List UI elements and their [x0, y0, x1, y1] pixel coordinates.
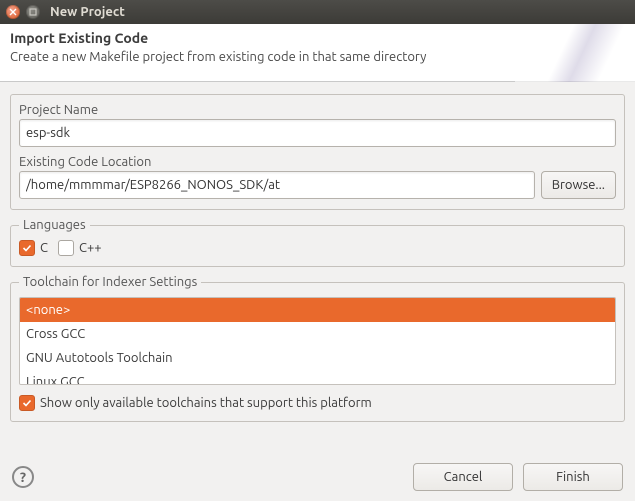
browse-button[interactable]: Browse...	[541, 171, 616, 199]
window-title: New Project	[50, 5, 125, 19]
code-location-label: Existing Code Location	[19, 155, 616, 169]
languages-group: Languages C C++	[10, 218, 625, 267]
languages-legend: Languages	[19, 218, 90, 232]
c-checkbox-label: C	[40, 241, 48, 255]
toolchain-legend: Toolchain for Indexer Settings	[19, 275, 201, 289]
toolchain-item[interactable]: Cross GCC	[20, 322, 615, 346]
help-button[interactable]: ?	[12, 466, 34, 488]
wizard-footer: ? Cancel Finish	[0, 453, 635, 501]
project-name-input[interactable]	[19, 119, 616, 147]
toolchain-item[interactable]: <none>	[20, 298, 615, 322]
project-name-label: Project Name	[19, 103, 616, 117]
code-location-input[interactable]	[19, 171, 535, 199]
wizard-header: Import Existing Code Create a new Makefi…	[0, 24, 635, 82]
toolchain-listbox[interactable]: <none>Cross GCCGNU Autotools ToolchainLi…	[19, 297, 616, 385]
project-group: Project Name Existing Code Location Brow…	[10, 94, 625, 210]
toolchain-item[interactable]: GNU Autotools Toolchain	[20, 346, 615, 370]
cpp-checkbox-label: C++	[79, 241, 102, 255]
window-titlebar: New Project	[0, 0, 635, 24]
show-only-checkbox[interactable]	[19, 395, 35, 411]
c-checkbox[interactable]	[19, 240, 35, 256]
header-decoration	[515, 24, 635, 82]
finish-button[interactable]: Finish	[523, 463, 623, 491]
toolchain-group: Toolchain for Indexer Settings <none>Cro…	[10, 275, 625, 422]
cpp-checkbox[interactable]	[58, 240, 74, 256]
toolchain-item[interactable]: Linux GCC	[20, 370, 615, 385]
show-only-label: Show only available toolchains that supp…	[40, 396, 372, 410]
minimize-icon[interactable]	[26, 5, 40, 19]
close-icon[interactable]	[6, 5, 20, 19]
cancel-button[interactable]: Cancel	[413, 463, 513, 491]
